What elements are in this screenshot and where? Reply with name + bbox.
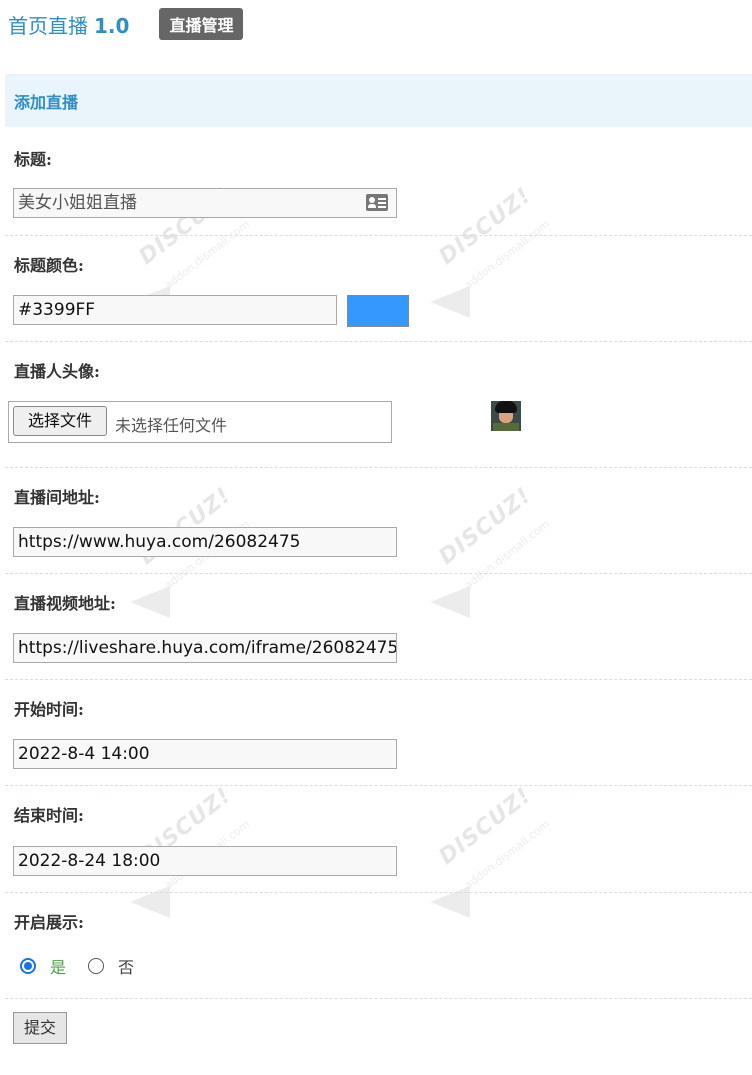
room-url-input[interactable]: https://www.huya.com/26082475 — [13, 527, 397, 557]
app-title: 首页直播 1.0 — [8, 10, 129, 39]
avatar-label: 直播人头像: — [14, 362, 100, 381]
app-version: 1.0 — [94, 13, 130, 38]
room-url-value: https://www.huya.com/26082475 — [18, 532, 301, 552]
avatar-image — [491, 401, 521, 431]
title-input-value: 美女小姐姐直播 — [18, 193, 137, 213]
radio-yes-label[interactable]: 是 — [50, 954, 66, 978]
contact-card-icon — [366, 194, 388, 211]
start-time-value: 2022-8-4 14:00 — [18, 744, 150, 764]
end-time-value: 2022-8-24 18:00 — [18, 851, 161, 871]
form-row-start-time: 开始时间: 2022-8-4 14:00 — [5, 679, 752, 786]
color-swatch[interactable] — [347, 295, 409, 327]
title-color-value: #3399FF — [18, 300, 96, 320]
radio-no-label[interactable]: 否 — [118, 954, 134, 978]
choose-file-button[interactable]: 选择文件 — [13, 406, 107, 436]
video-url-value: https://liveshare.huya.com/iframe/260824… — [18, 638, 397, 658]
title-color-label: 标题颜色: — [14, 256, 84, 275]
title-label: 标题: — [14, 150, 52, 169]
form-row-room-url: 直播间地址: https://www.huya.com/26082475 — [5, 467, 752, 574]
radio-no[interactable] — [88, 958, 105, 974]
show-radio-group: 是 否 — [20, 954, 156, 978]
title-color-input[interactable]: #3399FF — [13, 295, 337, 325]
show-label: 开启展示: — [14, 913, 84, 932]
live-management-button[interactable]: 直播管理 — [159, 8, 244, 40]
video-url-input[interactable]: https://liveshare.huya.com/iframe/260824… — [13, 633, 397, 663]
form-row-video-url: 直播视频地址: https://liveshare.huya.com/ifram… — [5, 573, 752, 680]
start-time-label: 开始时间: — [14, 700, 84, 719]
end-time-label: 结束时间: — [14, 806, 84, 825]
submit-button[interactable]: 提交 — [13, 1012, 67, 1044]
form-row-title: 标题: 美女小姐姐直播 — [5, 128, 752, 236]
video-url-label: 直播视频地址: — [14, 594, 116, 613]
form-row-end-time: 结束时间: 2022-8-24 18:00 — [5, 785, 752, 893]
avatar-file-input[interactable]: 选择文件 未选择任何文件 — [8, 401, 392, 443]
start-time-input[interactable]: 2022-8-4 14:00 — [13, 739, 397, 769]
file-status-text: 未选择任何文件 — [115, 416, 228, 435]
page-header: 首页直播 1.0 直播管理 — [8, 8, 244, 40]
form-row-show: 开启展示: — [5, 892, 752, 999]
section-header: 添加直播 — [5, 74, 752, 127]
end-time-input[interactable]: 2022-8-24 18:00 — [13, 846, 397, 876]
title-input[interactable]: 美女小姐姐直播 — [13, 188, 397, 218]
radio-yes[interactable] — [20, 958, 36, 974]
room-url-label: 直播间地址: — [14, 488, 100, 507]
app-title-text: 首页直播 — [8, 13, 88, 38]
section-title: 添加直播 — [14, 92, 79, 112]
